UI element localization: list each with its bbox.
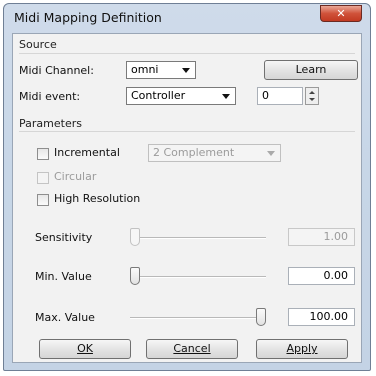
- max-value-label: Max. Value: [35, 311, 95, 324]
- apply-button-label: Apply: [286, 342, 318, 355]
- dialog-body: Source Midi Channel: omni Learn Midi eve…: [12, 33, 362, 363]
- midi-mapping-dialog: Midi Mapping Definition ✕ Source Midi Ch…: [3, 3, 371, 371]
- spin-down-icon: [309, 98, 315, 101]
- close-icon: ✕: [336, 7, 346, 20]
- incremental-label: Incremental: [54, 146, 120, 159]
- min-value-slider-thumb[interactable]: [130, 267, 140, 285]
- parameters-separator: [19, 131, 355, 132]
- min-value-label: Min. Value: [35, 270, 92, 283]
- chevron-down-icon: [182, 68, 190, 73]
- parameters-section-label: Parameters: [19, 117, 82, 130]
- chevron-down-icon: [267, 151, 275, 156]
- learn-button-label: Learn: [295, 63, 327, 76]
- window-title: Midi Mapping Definition: [14, 10, 162, 25]
- chevron-down-icon: [222, 94, 230, 99]
- max-value-slider-track: [130, 317, 266, 319]
- min-value-field[interactable]: 0.00: [288, 267, 355, 285]
- ok-button-label: OK: [77, 342, 93, 355]
- sensitivity-slider-track: [130, 237, 266, 239]
- ok-button[interactable]: OK: [39, 339, 131, 359]
- midi-event-select[interactable]: Controller: [126, 87, 236, 105]
- source-section-label: Source: [19, 38, 57, 51]
- midi-event-number-input[interactable]: 0: [257, 87, 303, 105]
- sensitivity-slider-thumb: [130, 228, 140, 246]
- title-bar: Midi Mapping Definition ✕: [4, 4, 370, 32]
- source-separator: [19, 53, 355, 54]
- high-resolution-checkbox[interactable]: [37, 194, 49, 206]
- high-resolution-label: High Resolution: [54, 192, 141, 205]
- circular-checkbox: [37, 172, 49, 184]
- max-value-slider-thumb[interactable]: [256, 308, 266, 326]
- midi-event-value: Controller: [131, 89, 186, 102]
- midi-event-label: Midi event:: [19, 90, 81, 103]
- circular-label: Circular: [54, 170, 97, 183]
- midi-channel-value: omni: [131, 63, 159, 76]
- incremental-mode-value: 2 Complement: [153, 146, 235, 159]
- sensitivity-label: Sensitivity: [35, 231, 93, 244]
- midi-channel-select[interactable]: omni: [126, 61, 196, 79]
- sensitivity-value-field: 1.00: [288, 228, 355, 246]
- midi-channel-label: Midi Channel:: [19, 64, 94, 77]
- apply-button[interactable]: Apply: [256, 339, 348, 359]
- spin-up-icon: [309, 91, 315, 94]
- cancel-button-label: Cancel: [173, 342, 211, 355]
- close-button[interactable]: ✕: [320, 5, 362, 22]
- incremental-checkbox[interactable]: [37, 148, 49, 160]
- learn-button[interactable]: Learn: [264, 60, 358, 80]
- cancel-button[interactable]: Cancel: [146, 339, 238, 359]
- min-value-slider-track: [130, 276, 266, 278]
- midi-event-number-spinner[interactable]: [305, 87, 319, 105]
- max-value-field[interactable]: 100.00: [288, 308, 355, 326]
- incremental-mode-select: 2 Complement: [148, 144, 281, 162]
